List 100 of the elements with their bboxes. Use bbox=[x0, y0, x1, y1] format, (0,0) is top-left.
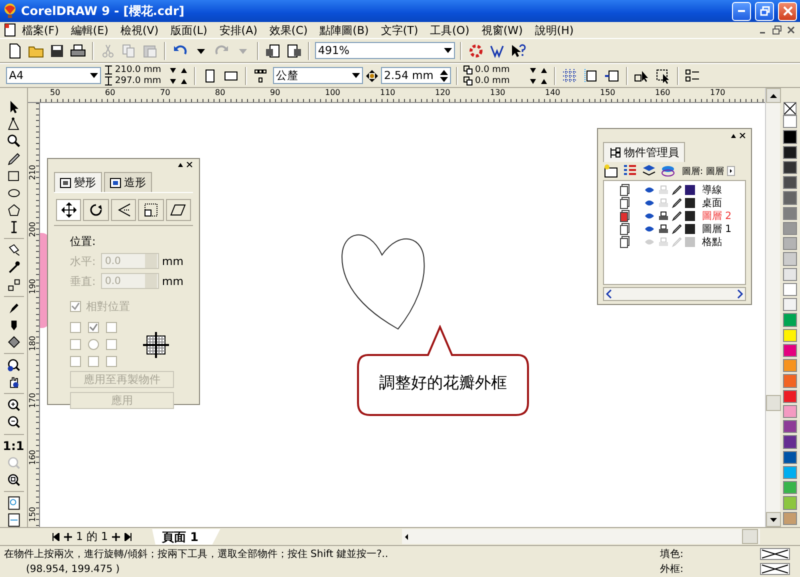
page-height-field[interactable]: 297.0 mm bbox=[115, 76, 167, 86]
help-pointer-icon[interactable] bbox=[510, 42, 526, 58]
horizontal-scrollbar[interactable] bbox=[603, 287, 746, 301]
menu-item[interactable]: 說明(H) bbox=[528, 22, 580, 38]
export-icon[interactable] bbox=[286, 42, 302, 58]
color-swatch[interactable] bbox=[783, 191, 797, 205]
menu-item[interactable]: 視窗(W) bbox=[475, 22, 529, 38]
pencil-icon[interactable] bbox=[672, 185, 682, 195]
layer-list-icon[interactable] bbox=[622, 164, 638, 178]
layer-name[interactable]: 圖層 1 bbox=[702, 222, 732, 236]
import-icon[interactable] bbox=[265, 42, 281, 58]
color-swatch[interactable] bbox=[783, 222, 797, 236]
pencil-icon[interactable] bbox=[672, 211, 682, 221]
collapse-icon[interactable] bbox=[730, 133, 746, 139]
pages-icon[interactable] bbox=[620, 184, 630, 196]
zoom-icon[interactable] bbox=[6, 134, 22, 149]
color-swatch[interactable] bbox=[783, 496, 797, 510]
pages-icon[interactable] bbox=[620, 236, 630, 248]
color-swatch[interactable] bbox=[783, 481, 797, 494]
rectangle-icon[interactable] bbox=[6, 168, 22, 183]
menu-item[interactable]: 檔案(F) bbox=[16, 22, 65, 38]
zoom-out-icon[interactable] bbox=[6, 415, 22, 430]
pencil-icon[interactable] bbox=[672, 198, 682, 208]
first-page-icon[interactable] bbox=[52, 532, 60, 540]
scroll-down-icon[interactable] bbox=[770, 518, 777, 522]
add-page-icon[interactable] bbox=[64, 532, 72, 540]
zoom-level-dropdown[interactable]: 491% bbox=[315, 42, 455, 59]
zoom-page-icon[interactable] bbox=[6, 496, 22, 510]
menu-item[interactable]: 文字(T) bbox=[374, 22, 424, 38]
mirror-icon[interactable] bbox=[116, 202, 132, 218]
color-swatch[interactable] bbox=[783, 344, 797, 358]
close-icon[interactable] bbox=[786, 25, 796, 35]
color-swatch[interactable] bbox=[783, 390, 797, 403]
spin-arrows-icon[interactable] bbox=[169, 66, 189, 74]
layers-stack-icon[interactable] bbox=[660, 164, 676, 178]
pencil-icon[interactable] bbox=[672, 224, 682, 234]
printer-icon[interactable] bbox=[658, 224, 669, 234]
menu-item[interactable]: 編輯(E) bbox=[64, 22, 114, 38]
clipboard-icon[interactable] bbox=[142, 42, 158, 58]
collapse-icon[interactable] bbox=[177, 162, 193, 168]
color-swatch[interactable] bbox=[783, 420, 797, 434]
color-swatch[interactable] bbox=[783, 298, 797, 312]
spin-arrows-icon[interactable] bbox=[169, 78, 189, 84]
color-swatch[interactable] bbox=[783, 160, 797, 174]
pages-icon[interactable] bbox=[620, 223, 630, 235]
balloon-icon[interactable] bbox=[3, 3, 17, 19]
nudge-distance-field[interactable]: 2.54 mm bbox=[381, 67, 451, 84]
paper-size-dropdown[interactable]: A4 bbox=[6, 67, 101, 84]
eye-icon[interactable] bbox=[644, 212, 655, 220]
blend-tool-icon[interactable] bbox=[6, 278, 22, 292]
color-swatch[interactable] bbox=[783, 268, 797, 281]
no-color-swatch-icon[interactable] bbox=[783, 102, 797, 116]
scale-icon[interactable] bbox=[142, 202, 159, 218]
zoom-width-icon[interactable] bbox=[6, 512, 22, 528]
scroll-thumb[interactable] bbox=[766, 394, 781, 410]
scroll-right-icon[interactable] bbox=[735, 289, 745, 299]
menu-item[interactable]: 工具(O) bbox=[424, 22, 476, 38]
color-swatch[interactable] bbox=[783, 435, 797, 449]
color-swatch[interactable] bbox=[783, 450, 797, 464]
color-swatch[interactable] bbox=[783, 512, 797, 525]
menu-item[interactable]: 安排(A) bbox=[213, 22, 264, 38]
last-page-icon[interactable] bbox=[124, 532, 132, 540]
eye-icon[interactable] bbox=[644, 225, 655, 233]
zoom-icon[interactable] bbox=[6, 358, 22, 372]
guidelines-icon[interactable] bbox=[583, 68, 599, 84]
spin-arrows-icon[interactable] bbox=[529, 66, 549, 74]
minimize-button[interactable] bbox=[732, 2, 751, 20]
color-swatch[interactable] bbox=[783, 176, 797, 190]
move-arrows-icon[interactable] bbox=[60, 202, 77, 218]
docker-tab[interactable]: 物件管理員 bbox=[603, 142, 685, 162]
menu-item[interactable]: 效果(C) bbox=[263, 22, 314, 38]
color-swatch[interactable] bbox=[783, 374, 797, 388]
fill-bucket-icon[interactable] bbox=[6, 335, 22, 350]
grid-icon[interactable] bbox=[562, 68, 578, 84]
scroll-up-icon[interactable] bbox=[770, 94, 777, 98]
vertical-scrollbar[interactable] bbox=[765, 88, 780, 527]
eye-icon[interactable] bbox=[644, 186, 655, 194]
page-width-field[interactable]: 210.0 mm bbox=[115, 65, 167, 75]
color-swatch[interactable] bbox=[783, 237, 797, 250]
select-frame-icon[interactable] bbox=[655, 68, 671, 84]
printer-icon[interactable] bbox=[658, 211, 669, 221]
horizontal-scrollbar[interactable] bbox=[402, 529, 760, 544]
zoom-in-icon[interactable] bbox=[6, 398, 22, 412]
menu-item[interactable]: 版面(L) bbox=[164, 22, 214, 38]
duplicate-x-field[interactable]: 0.0 mm bbox=[475, 65, 527, 75]
color-swatch[interactable] bbox=[783, 282, 797, 296]
save-icon[interactable] bbox=[49, 42, 65, 58]
units-dropdown[interactable]: 公釐 bbox=[273, 67, 363, 84]
layer-manager-icon[interactable] bbox=[641, 164, 657, 178]
scroll-left-icon[interactable] bbox=[604, 289, 614, 299]
tree-icon[interactable] bbox=[609, 146, 621, 158]
restore-button[interactable] bbox=[755, 2, 774, 20]
dropdown-arrow-icon[interactable] bbox=[444, 48, 452, 53]
color-swatch[interactable] bbox=[783, 206, 797, 220]
page-layout-icon[interactable] bbox=[253, 68, 269, 84]
add-page-icon[interactable] bbox=[112, 532, 120, 540]
page-tab[interactable]: 頁面 1 bbox=[152, 528, 221, 544]
pen-icon[interactable] bbox=[6, 152, 22, 166]
rotate-icon[interactable] bbox=[88, 202, 104, 218]
color-swatch[interactable] bbox=[783, 252, 797, 266]
